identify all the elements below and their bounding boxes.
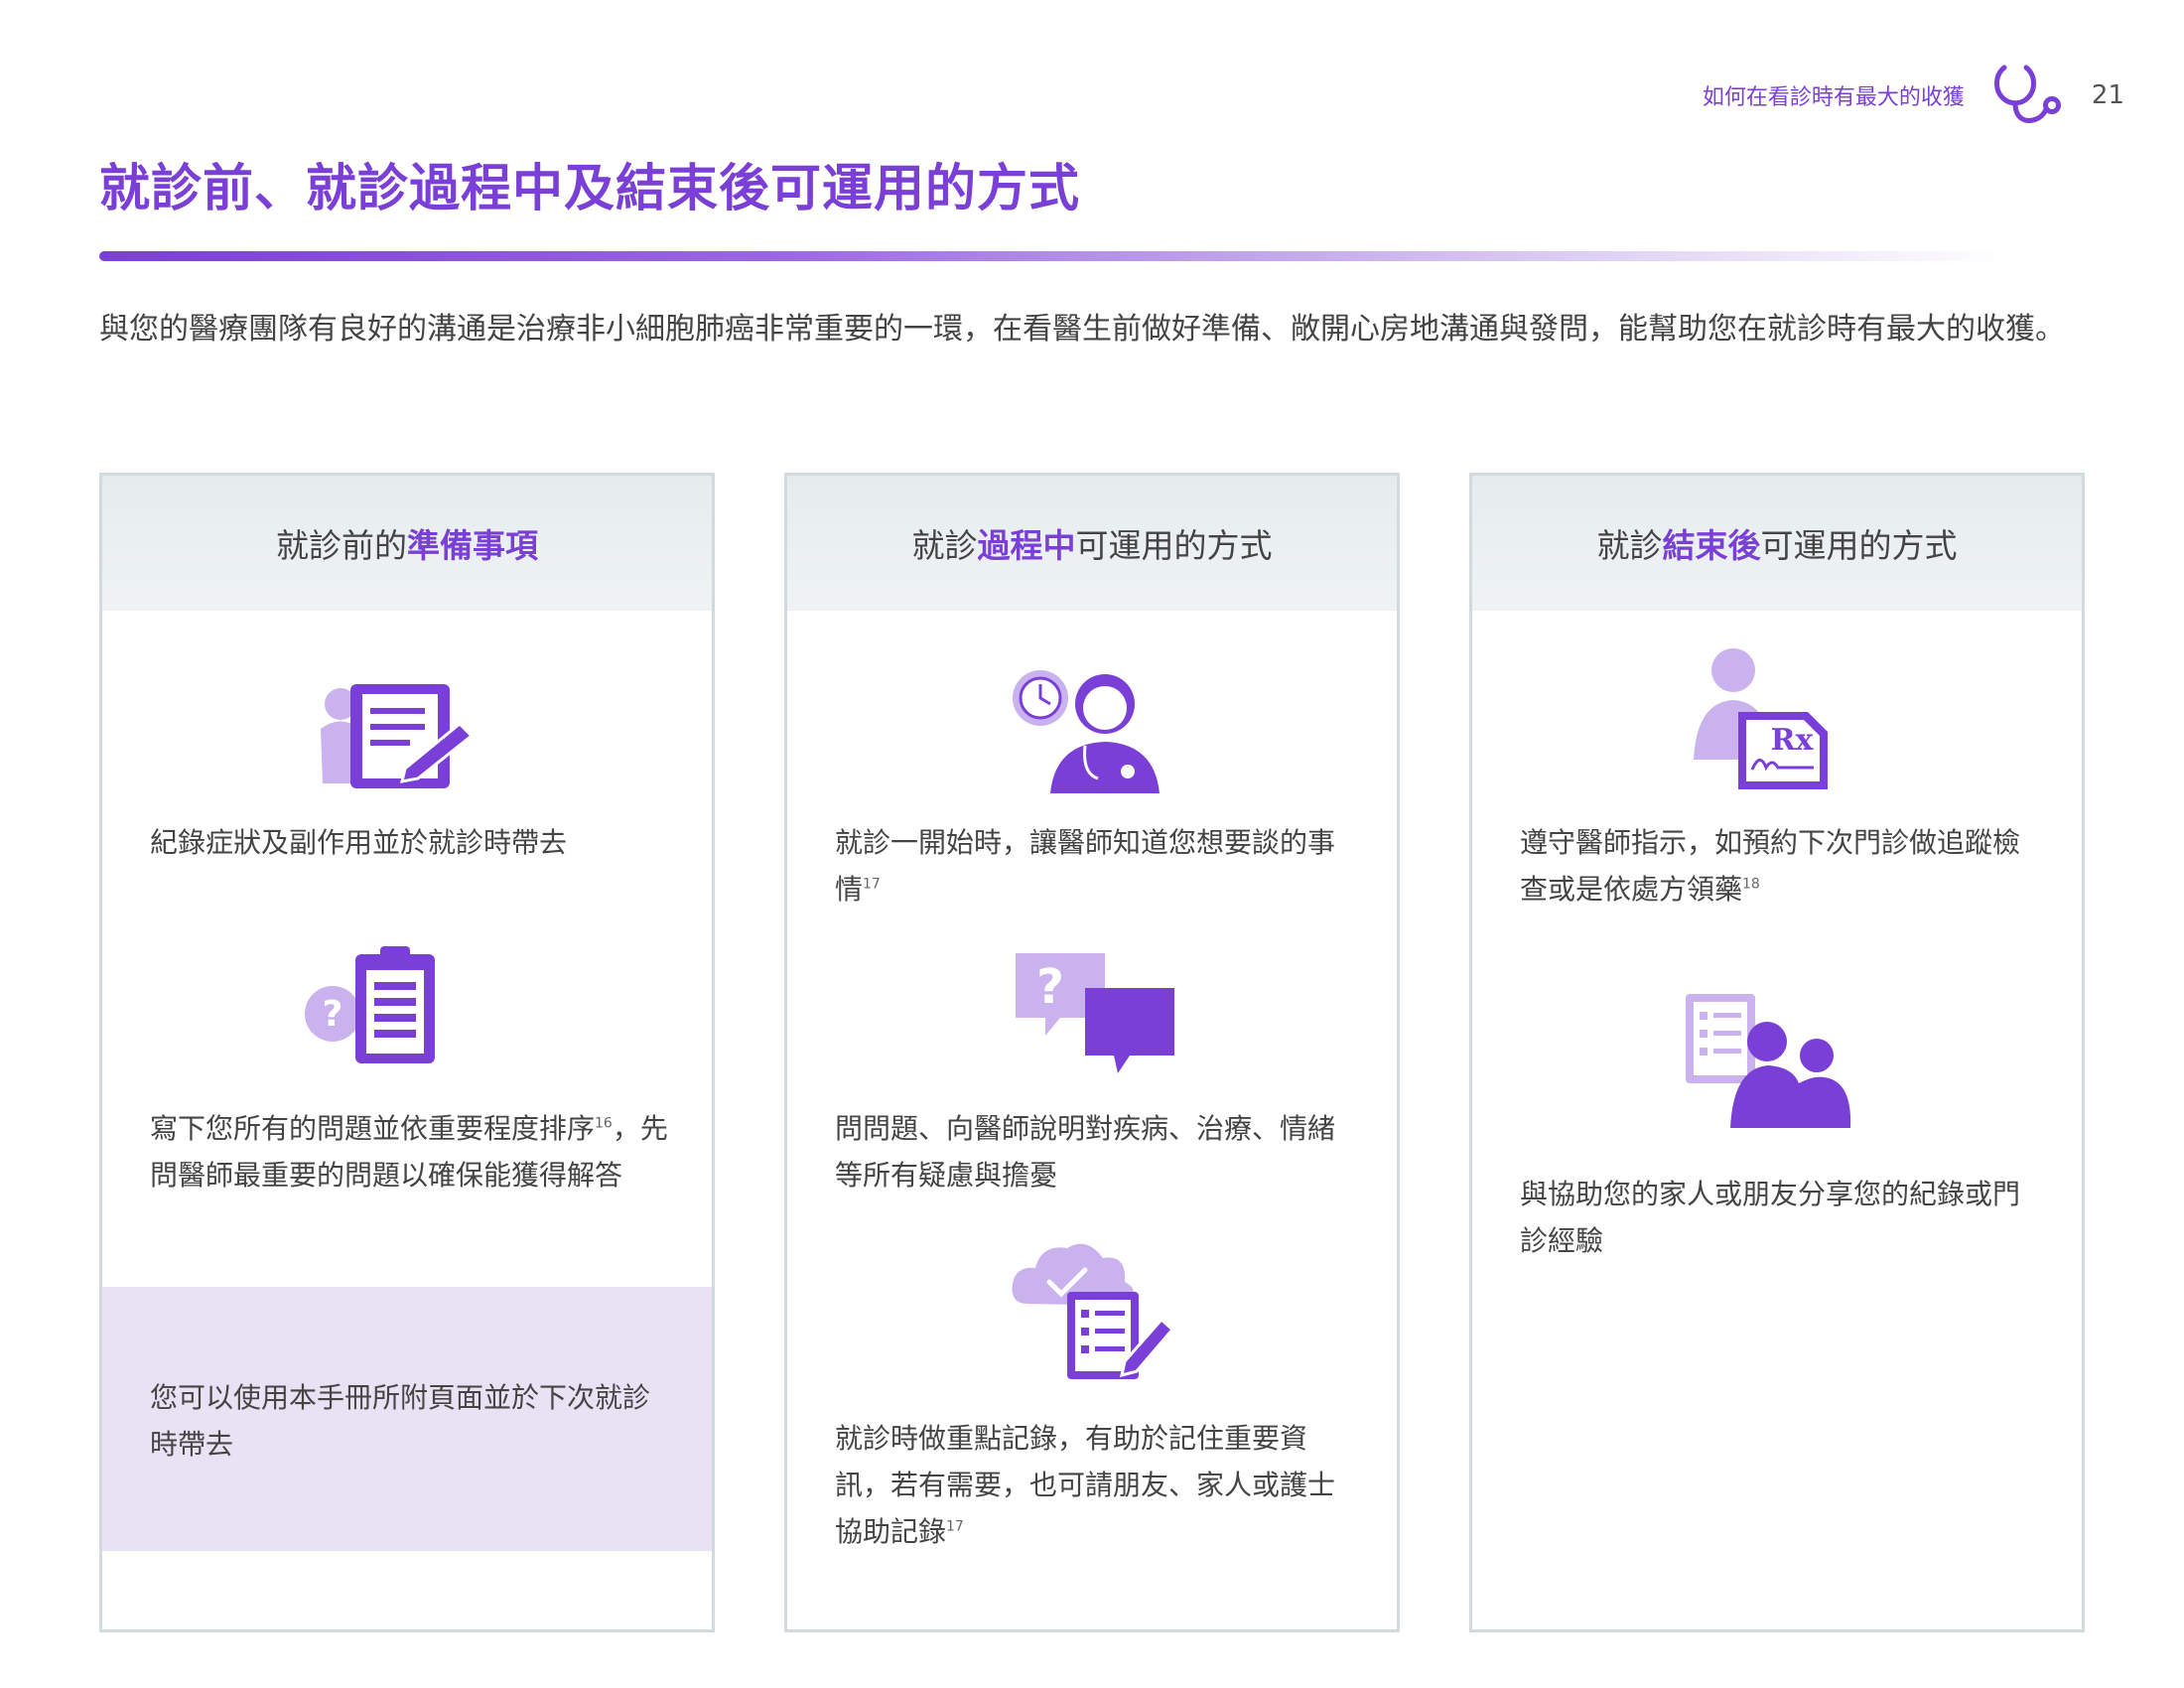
doctor-clock-icon xyxy=(1013,670,1160,793)
citation-superscript: 18 xyxy=(1742,876,1760,893)
citation-superscript: 16 xyxy=(595,1115,613,1132)
svg-text:Rx: Rx xyxy=(1771,723,1815,758)
citation-superscript: 17 xyxy=(863,876,881,893)
card-heading-highlight: 準備事項 xyxy=(407,526,538,565)
title-divider xyxy=(99,251,2005,261)
card-before-visit: 就診前的 準備事項 紀錄症狀及副作用並於就診時帶去 ? 寫下您所有的問題並依重要程 xyxy=(99,473,715,1632)
card-heading-text: 就診前的 xyxy=(276,526,407,565)
item-text: 就診時做重點記錄，有助於記住重要資訊，若有需要，也可請朋友、家人或護士協助記錄1… xyxy=(835,1415,1361,1555)
card-heading-suffix: 可運用的方式 xyxy=(1760,526,1958,565)
card-heading-highlight: 結束後 xyxy=(1662,526,1761,565)
item-text: 與協助您的家人或朋友分享您的紀錄或門診經驗 xyxy=(1520,1178,2021,1257)
page-title: 就診前、就診過程中及結束後可運用的方式 xyxy=(99,160,1081,218)
item-text: 問問題、向醫師說明對疾病、治療、情緒等所有疑慮與擔憂 xyxy=(835,1112,1336,1192)
cloud-checklist-icon xyxy=(1012,1243,1175,1379)
card-heading: 就診 過程中 可運用的方式 xyxy=(787,476,1397,611)
doctor-prescription-icon: Rx xyxy=(1694,648,1828,789)
card-heading-text: 就診 xyxy=(911,526,978,565)
question-clipboard-icon: ? xyxy=(305,946,435,1063)
item-text-content: 就診時做重點記錄，有助於記住重要資訊，若有需要，也可請朋友、家人或護士協助記錄 xyxy=(835,1422,1336,1548)
card-heading: 就診 結束後 可運用的方式 xyxy=(1472,476,2082,611)
card-heading: 就診前的 準備事項 xyxy=(102,476,712,611)
svg-text:?: ? xyxy=(1036,959,1064,1015)
tip-text: 您可以使用本手冊所附頁面並於下次就診時帶去 xyxy=(150,1381,651,1461)
section-label: 如何在看診時有最大的收獲 xyxy=(1702,85,1965,110)
item-text: 遵守醫師指示，如預約下次門診做追蹤檢查或是依處方領藥18 xyxy=(1520,819,2046,913)
family-share-icon xyxy=(1686,994,1851,1128)
item-text: 就診一開始時，讓醫師知道您想要談的事情17 xyxy=(835,819,1361,913)
intro-paragraph: 與您的醫療團隊有良好的溝通是治療非小細胞肺癌非常重要的一環，在看醫生前做好準備、… xyxy=(99,312,2065,347)
question-chat-icon: ? xyxy=(1016,953,1174,1073)
stethoscope-icon xyxy=(1993,65,2061,123)
card-heading-suffix: 可運用的方式 xyxy=(1075,526,1273,565)
card-heading-text: 就診 xyxy=(1596,526,1663,565)
item-text-content: 寫下您所有的問題並依重要程度排序 xyxy=(150,1112,596,1145)
card-after-visit: 就診 結束後 可運用的方式 Rx 遵守醫師指示，如預約下次門診做追蹤檢查或是依處方領… xyxy=(1469,473,2085,1632)
notes-writing-icon xyxy=(321,684,475,788)
item-text-content: 遵守醫師指示，如預約下次門診做追蹤檢查或是依處方領藥 xyxy=(1520,826,2021,906)
page-header: 如何在看診時有最大的收獲 21 xyxy=(1648,65,2124,125)
svg-text:?: ? xyxy=(323,994,343,1035)
page-number: 21 xyxy=(2091,80,2124,110)
item-text-content: 就診一開始時，讓醫師知道您想要談的事情 xyxy=(835,826,1336,906)
citation-superscript: 17 xyxy=(946,1518,964,1535)
item-text-content: 紀錄症狀及副作用並於就診時帶去 xyxy=(150,826,568,859)
item-text: 寫下您所有的問題並依重要程度排序16，先問醫師最重要的問題以確保能獲得解答 xyxy=(150,1105,676,1198)
item-text: 紀錄症狀及副作用並於就診時帶去 xyxy=(150,819,676,866)
card-during-visit: 就診 過程中 可運用的方式 就診一開始時，讓醫師知道您想要談的事情17 ? 問問題、… xyxy=(784,473,1400,1632)
tip-box: 您可以使用本手冊所附頁面並於下次就診時帶去 xyxy=(102,1287,712,1551)
card-heading-highlight: 過程中 xyxy=(977,526,1076,565)
